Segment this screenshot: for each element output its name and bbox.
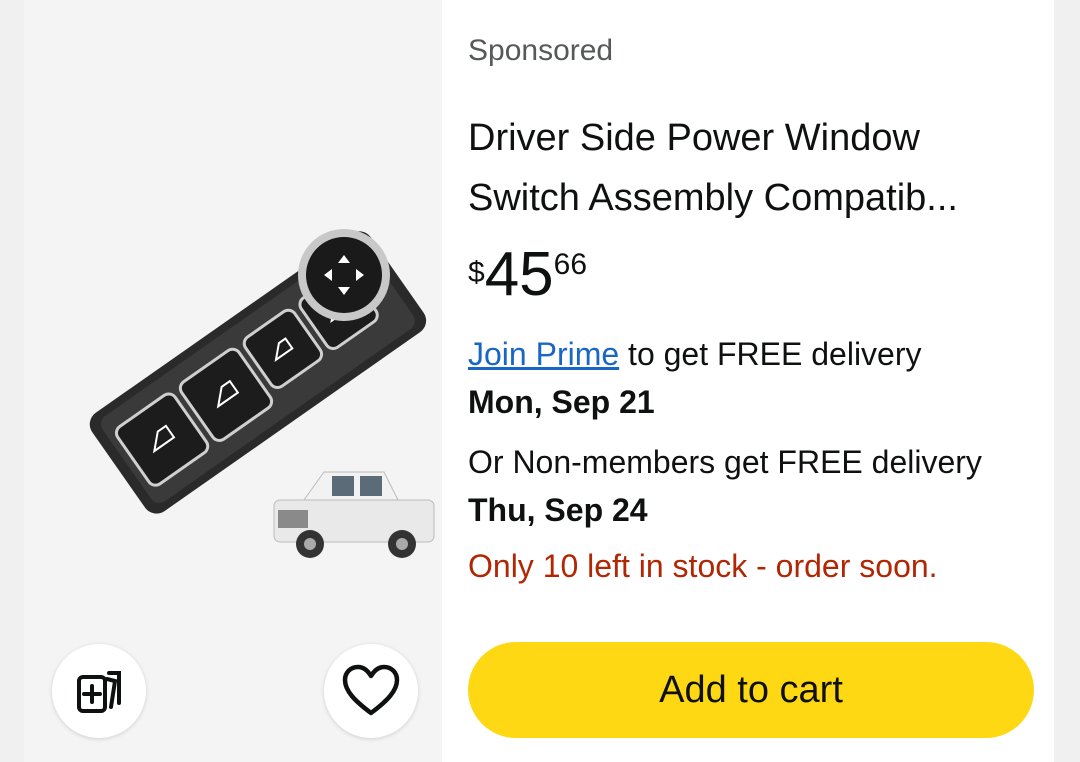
price-fraction: 66 [553, 248, 588, 281]
wishlist-button[interactable] [324, 644, 418, 738]
product-price: $ 45 66 [468, 242, 587, 308]
add-to-cart-button[interactable]: Add to cart [468, 642, 1034, 738]
sponsored-label: Sponsored [468, 34, 614, 67]
compare-button[interactable] [52, 644, 146, 738]
compare-cards-icon [77, 671, 121, 713]
product-image[interactable] [44, 170, 442, 570]
prime-delivery-text: to get FREE delivery [619, 336, 922, 372]
product-image-panel[interactable] [24, 0, 442, 762]
heart-icon [342, 664, 400, 716]
prime-delivery-info: Join Prime to get FREE delivery Mon, Sep… [468, 330, 1048, 426]
prime-delivery-date: Mon, Sep 21 [468, 384, 655, 420]
non-member-delivery-info: Or Non-members get FREE delivery Thu, Se… [468, 438, 1048, 534]
price-whole: 45 [484, 240, 554, 309]
product-card[interactable]: Sponsored Driver Side Power Window Switc… [24, 0, 1054, 762]
non-member-delivery-text: Or Non-members get FREE delivery [468, 444, 982, 480]
non-member-delivery-date: Thu, Sep 24 [468, 492, 648, 528]
product-info: Sponsored Driver Side Power Window Switc… [468, 0, 1048, 762]
stock-warning: Only 10 left in stock - order soon. [468, 548, 938, 584]
price-currency: $ [468, 256, 485, 289]
page: Sponsored Driver Side Power Window Switc… [0, 0, 1080, 762]
join-prime-link[interactable]: Join Prime [468, 336, 619, 372]
product-title[interactable]: Driver Side Power Window Switch Assembly… [468, 108, 1038, 228]
